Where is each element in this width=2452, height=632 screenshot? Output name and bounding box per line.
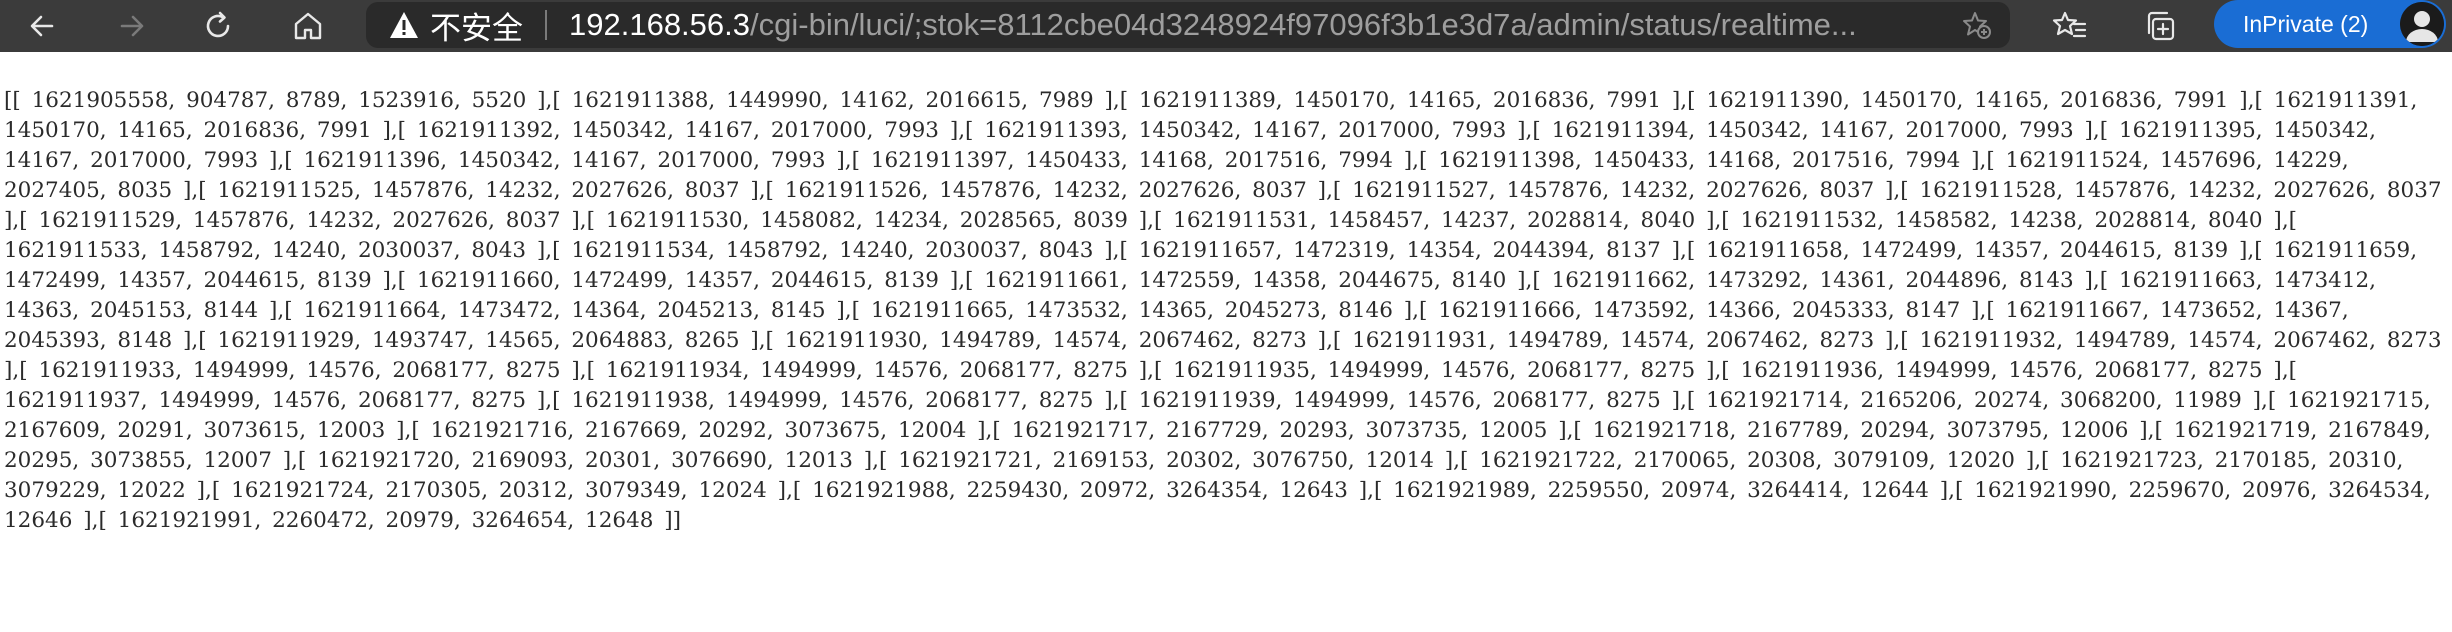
url-text[interactable]: 192.168.56.3/cgi-bin/luci/;stok=8112cbe0… bbox=[569, 7, 1894, 43]
refresh-icon bbox=[206, 11, 230, 38]
back-button[interactable] bbox=[22, 6, 62, 46]
forward-arrow-icon bbox=[120, 15, 144, 37]
favorites-icon bbox=[2052, 11, 2087, 38]
address-bar[interactable]: 不安全 192.168.56.3/cgi-bin/luci/;stok=8112… bbox=[366, 2, 2010, 48]
add-favorite-icon bbox=[1963, 12, 1991, 39]
refresh-button[interactable] bbox=[198, 6, 238, 46]
address-divider bbox=[545, 10, 547, 40]
realtime-data-text: [[ 1621905558, 904787, 8789, 1523916, 55… bbox=[4, 88, 2452, 533]
browser-toolbar: 不安全 192.168.56.3/cgi-bin/luci/;stok=8112… bbox=[0, 0, 2452, 52]
home-button[interactable] bbox=[288, 6, 328, 46]
collections-button[interactable] bbox=[2140, 6, 2180, 46]
url-host: 192.168.56.3 bbox=[569, 7, 751, 42]
home-icon bbox=[294, 12, 322, 40]
back-arrow-icon bbox=[30, 15, 54, 37]
collections-icon bbox=[2147, 11, 2175, 41]
inprivate-button[interactable]: InPrivate (2) bbox=[2214, 0, 2446, 48]
favorites-button[interactable] bbox=[2050, 6, 2090, 46]
warning-icon[interactable] bbox=[388, 10, 420, 40]
url-path: /cgi-bin/luci/;stok=8112cbe04d3248924f97… bbox=[750, 7, 1857, 42]
security-status-label[interactable]: 不安全 bbox=[430, 3, 523, 48]
page-content: [[ 1621905558, 904787, 8789, 1523916, 55… bbox=[4, 86, 2444, 536]
avatar-icon bbox=[2400, 2, 2444, 46]
inprivate-label: InPrivate (2) bbox=[2243, 10, 2369, 37]
forward-button[interactable] bbox=[112, 6, 152, 46]
add-favorite-button[interactable] bbox=[1962, 10, 1992, 40]
